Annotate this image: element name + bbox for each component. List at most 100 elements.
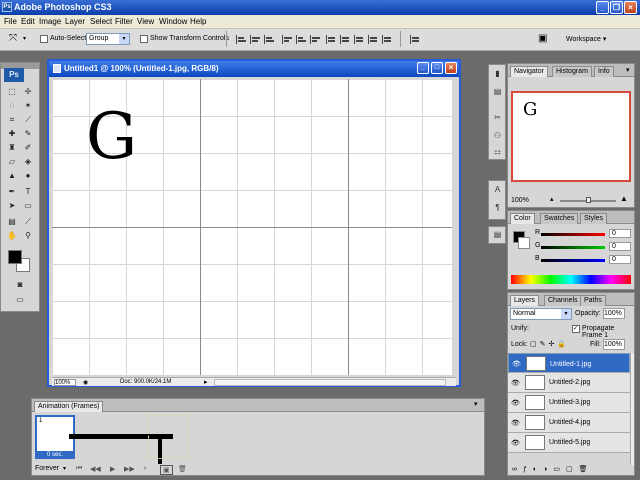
tab-swatches[interactable]: Swatches [540, 213, 579, 224]
tween-icon[interactable]: ⸗ [144, 465, 146, 472]
layers-scrollbar[interactable] [630, 353, 634, 465]
red-value[interactable]: 0 [609, 229, 631, 238]
tab-animation-frames[interactable]: Animation (Frames) [34, 401, 104, 412]
tab-channels[interactable]: Channels [544, 295, 582, 306]
green-slider[interactable] [541, 246, 605, 249]
blend-mode-dropdown[interactable]: Normal ▾ [510, 308, 572, 320]
auto-select-checkbox[interactable] [40, 35, 48, 43]
doc-maximize-button[interactable]: □ [431, 62, 443, 74]
red-slider[interactable] [541, 233, 605, 236]
chevron-down-icon[interactable]: ▾ [63, 465, 66, 472]
restore-button[interactable]: ❐ [610, 1, 623, 14]
tab-navigator[interactable]: Navigator [510, 66, 548, 77]
tab-styles[interactable]: Styles [580, 213, 608, 224]
blue-value[interactable]: 0 [609, 255, 631, 264]
loop-dropdown[interactable]: Forever [35, 465, 59, 472]
path-selection-icon[interactable]: ➤ [6, 200, 18, 211]
first-frame-icon[interactable]: ⏮ [76, 465, 82, 473]
duplicate-frame-icon[interactable]: ▣ [160, 465, 173, 475]
type-icon[interactable]: T [22, 186, 34, 197]
workspace-icon[interactable]: ▣ [538, 33, 547, 44]
document-title-bar[interactable]: Untitled1 @ 100% (Untitled-1.jpg, RGB/8)… [49, 61, 459, 77]
lock-icons[interactable]: ▢✎✢🔒 [530, 340, 569, 348]
distribute-bottom-icon[interactable] [354, 35, 364, 44]
doc-close-button[interactable]: × [445, 62, 457, 74]
play-icon[interactable]: ▶ [110, 465, 115, 473]
paragraph-icon[interactable]: ¶ [492, 203, 503, 213]
lasso-icon[interactable]: ◌ [6, 100, 18, 111]
chevron-down-icon[interactable]: ▾ [23, 35, 26, 42]
menu-view[interactable]: View [137, 17, 154, 26]
blue-slider[interactable] [541, 259, 605, 262]
tab-layers[interactable]: Layers [510, 295, 540, 306]
frame-delay[interactable]: 0 sec. [37, 451, 73, 459]
eye-icon[interactable]: 👁 [512, 360, 521, 370]
auto-select-dropdown[interactable]: Group ▾ [86, 33, 130, 45]
zoom-field[interactable]: 100% [54, 379, 76, 386]
green-value[interactable]: 0 [609, 242, 631, 251]
zoom-out-icon[interactable]: ▴ [550, 195, 554, 203]
eye-icon[interactable]: 👁 [511, 419, 520, 427]
workspace-menu[interactable]: Workspace ▾ [566, 35, 606, 43]
align-top-icon[interactable] [236, 35, 246, 44]
slice-icon[interactable]: ⟋ [22, 114, 34, 125]
menu-help[interactable]: Help [190, 17, 206, 26]
character-icon[interactable]: A [492, 185, 503, 195]
opacity-field[interactable]: 100% [603, 308, 625, 319]
layer-row[interactable]: 👁 Untitled-4.jpg [508, 413, 630, 433]
layer-row[interactable]: 👁 Untitled-3.jpg [508, 393, 630, 413]
eyedropper-icon[interactable]: ⟋ [22, 216, 34, 227]
distribute-top-icon[interactable] [326, 35, 336, 44]
layer-row[interactable]: 👁 Untitled-2.jpg [508, 373, 630, 393]
clone-stamp-icon[interactable]: ♜ [6, 142, 18, 153]
menu-edit[interactable]: Edit [21, 17, 35, 26]
navigator-preview[interactable]: G [511, 91, 631, 182]
menu-image[interactable]: Image [39, 17, 61, 26]
align-right-icon[interactable] [310, 35, 320, 44]
layer-comps-icon[interactable]: ▤ [492, 230, 503, 240]
navigator-zoom-value[interactable]: 100% [511, 197, 529, 204]
previous-frame-icon[interactable]: ◀◀ [90, 465, 101, 473]
clone-source-icon[interactable]: ⚇ [492, 131, 503, 141]
menu-layer[interactable]: Layer [65, 17, 85, 26]
move-tool-icon[interactable]: ⤧ [9, 33, 17, 44]
align-vcenter-icon[interactable] [250, 35, 260, 44]
blur-icon[interactable]: ▲ [6, 170, 18, 181]
auto-align-layers-icon[interactable] [410, 35, 420, 44]
quick-mask-icon[interactable]: ◙ [14, 279, 26, 290]
layer-row[interactable]: 👁 Untitled-5.jpg [508, 433, 630, 453]
paint-bucket-icon[interactable]: ◈ [22, 156, 34, 167]
notes-icon[interactable]: ▤ [6, 216, 18, 227]
history-brush-icon[interactable]: ✐ [22, 142, 34, 153]
menu-file[interactable]: File [4, 17, 17, 26]
minimize-button[interactable]: _ [596, 1, 609, 14]
layer-footer-icons[interactable]: ∞ƒ◐◑▭▢🗑 [512, 465, 593, 473]
show-transform-checkbox[interactable] [140, 35, 148, 43]
status-icon[interactable]: ◉ [83, 379, 88, 386]
align-hcenter-icon[interactable] [296, 35, 306, 44]
align-bottom-icon[interactable] [264, 35, 274, 44]
screen-mode-icon[interactable]: ▭ [14, 294, 26, 305]
distribute-left-icon[interactable] [368, 35, 378, 44]
crop-icon[interactable]: ⌗ [6, 114, 18, 125]
tab-info[interactable]: Info [594, 66, 614, 77]
magic-wand-icon[interactable]: ✶ [22, 100, 34, 111]
panel-menu-icon[interactable]: ▾ [626, 66, 630, 74]
distribute-hcenter-icon[interactable] [382, 35, 392, 44]
menu-window[interactable]: Window [159, 17, 187, 26]
color-spectrum-ramp[interactable] [511, 275, 631, 284]
document-canvas[interactable]: G [52, 79, 452, 375]
hand-icon[interactable]: ✋ [6, 230, 18, 241]
eye-icon[interactable]: 👁 [511, 439, 520, 447]
brush-icon[interactable]: ✎ [22, 128, 34, 139]
dodge-icon[interactable]: ● [22, 170, 34, 181]
menu-select[interactable]: Select [90, 17, 112, 26]
tool-presets-icon[interactable]: ✂ [492, 113, 503, 123]
color-bg-swatch[interactable] [518, 237, 530, 249]
zoom-icon[interactable]: ⚲ [22, 230, 34, 241]
brush-preset-icon[interactable]: ▮ [492, 69, 503, 79]
tab-color[interactable]: Color [510, 213, 535, 224]
delete-frame-icon[interactable]: 🗑 [178, 465, 187, 473]
propagate-frame-checkbox[interactable]: ✓ [572, 325, 580, 333]
zoom-slider-thumb[interactable] [586, 197, 591, 203]
